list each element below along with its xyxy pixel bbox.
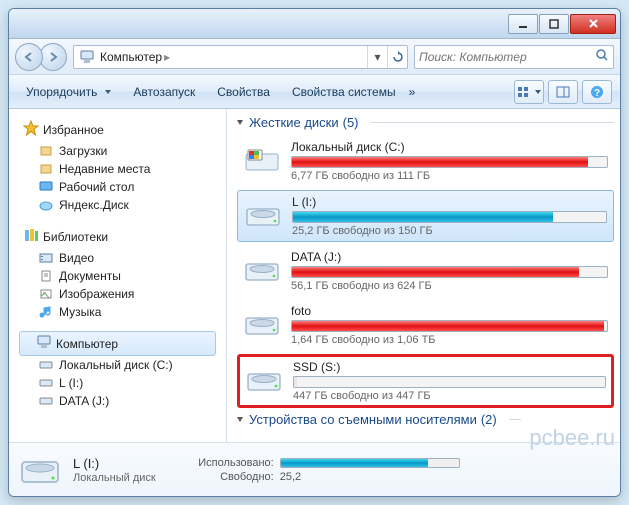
computer-icon: [36, 335, 52, 352]
content-pane: Жесткие диски (5) Локальный диск (C:) 6,7…: [227, 109, 620, 442]
detail-used-bar: [280, 458, 460, 468]
drive-name: SSD (S:): [293, 360, 606, 374]
address-bar[interactable]: Компьютер ▸ ▾: [73, 45, 408, 69]
drive-item[interactable]: foto 1,64 ГБ свободно из 1,06 ТБ: [237, 300, 614, 350]
drive-icon: [244, 201, 282, 231]
addr-dropdown[interactable]: ▾: [367, 46, 387, 68]
navbar: Компьютер ▸ ▾: [9, 39, 620, 75]
preview-pane-button[interactable]: [548, 80, 578, 104]
nav-images[interactable]: Изображения: [19, 285, 226, 303]
toolbar: Упорядочить Автозапуск Свойства Свойства…: [9, 75, 620, 109]
drive-usage-bar: [291, 320, 608, 332]
libraries-header[interactable]: Библиотеки: [19, 224, 226, 249]
nav-recent[interactable]: Недавние места: [19, 160, 226, 178]
drive-status: 6,77 ГБ свободно из 111 ГБ: [291, 170, 608, 182]
drive-item[interactable]: DATA (J:) 56,1 ГБ свободно из 624 ГБ: [237, 246, 614, 296]
drive-status: 25,2 ГБ свободно из 150 ГБ: [292, 225, 607, 237]
drive-status: 447 ГБ свободно из 447 ГБ: [293, 390, 606, 402]
system-properties-button[interactable]: Свойства системы: [283, 80, 405, 104]
star-icon: [23, 120, 39, 139]
drive-name: Локальный диск (C:): [291, 140, 608, 154]
drive-status: 1,64 ГБ свободно из 1,06 ТБ: [291, 334, 608, 346]
drive-status: 56,1 ГБ свободно из 624 ГБ: [291, 280, 608, 292]
drive-usage-bar: [291, 156, 608, 168]
autorun-button[interactable]: Автозапуск: [124, 80, 204, 104]
minimize-button[interactable]: [508, 14, 538, 34]
computer-icon: [78, 48, 96, 66]
properties-button[interactable]: Свойства: [208, 80, 279, 104]
nav-drive-i[interactable]: L (I:): [19, 374, 226, 392]
search-icon: [595, 48, 609, 65]
refresh-button[interactable]: [387, 46, 407, 68]
titlebar: [9, 9, 620, 39]
breadcrumb[interactable]: Компьютер ▸: [100, 50, 367, 64]
detail-name: L (I:): [73, 456, 156, 471]
drive-icon: [243, 146, 281, 176]
drive-icon: [19, 452, 61, 488]
close-button[interactable]: [570, 14, 616, 34]
drive-icon: [243, 256, 281, 286]
detail-free-value: 25,2: [280, 471, 301, 483]
nav-drive-j[interactable]: DATA (J:): [19, 392, 226, 410]
detail-type: Локальный диск: [73, 472, 156, 484]
nav-music[interactable]: Музыка: [19, 303, 226, 321]
search-box[interactable]: [414, 45, 614, 69]
nav-desktop[interactable]: Рабочий стол: [19, 178, 226, 196]
computer-header[interactable]: Компьютер: [19, 331, 216, 356]
drive-item[interactable]: SSD (S:) 447 ГБ свободно из 447 ГБ: [237, 354, 614, 408]
nav-yandex-disk[interactable]: Яндекс.Диск: [19, 196, 226, 214]
detail-used-label: Использовано:: [178, 457, 274, 469]
drive-name: L (I:): [292, 195, 607, 209]
hdd-section-header[interactable]: Жесткие диски (5): [237, 115, 614, 130]
search-input[interactable]: [419, 50, 595, 64]
navigation-pane: Избранное Загрузки Недавние места Рабочи…: [9, 109, 227, 442]
nav-documents[interactable]: Документы: [19, 267, 226, 285]
body: Избранное Загрузки Недавние места Рабочи…: [9, 109, 620, 442]
maximize-button[interactable]: [539, 14, 569, 34]
drive-name: DATA (J:): [291, 250, 608, 264]
nav-downloads[interactable]: Загрузки: [19, 142, 226, 160]
detail-free-label: Свободно:: [178, 471, 274, 483]
drive-icon: [245, 366, 283, 396]
help-button[interactable]: ?: [582, 80, 612, 104]
drive-name: foto: [291, 304, 608, 318]
drive-icon: [243, 310, 281, 340]
explorer-window: Компьютер ▸ ▾ Упорядочить Автозапуск Сво…: [8, 8, 621, 497]
svg-text:?: ?: [594, 88, 600, 99]
nav-video[interactable]: Видео: [19, 249, 226, 267]
drive-usage-bar: [293, 376, 606, 388]
watermark: pcbee.ru: [529, 425, 615, 451]
drive-item[interactable]: Локальный диск (C:) 6,77 ГБ свободно из 1…: [237, 136, 614, 186]
back-button[interactable]: [15, 43, 43, 71]
organize-button[interactable]: Упорядочить: [17, 80, 120, 104]
drive-usage-bar: [291, 266, 608, 278]
details-pane: L (I:) Локальный диск Использовано: Своб…: [9, 442, 620, 496]
drive-usage-bar: [292, 211, 607, 223]
forward-button[interactable]: [39, 43, 67, 71]
drive-item[interactable]: L (I:) 25,2 ГБ свободно из 150 ГБ: [237, 190, 614, 242]
view-button[interactable]: [514, 80, 544, 104]
nav-drive-c[interactable]: Локальный диск (C:): [19, 356, 226, 374]
libraries-icon: [23, 227, 39, 246]
favorites-header[interactable]: Избранное: [19, 117, 226, 142]
drive-list: Локальный диск (C:) 6,77 ГБ свободно из 1…: [237, 136, 614, 408]
